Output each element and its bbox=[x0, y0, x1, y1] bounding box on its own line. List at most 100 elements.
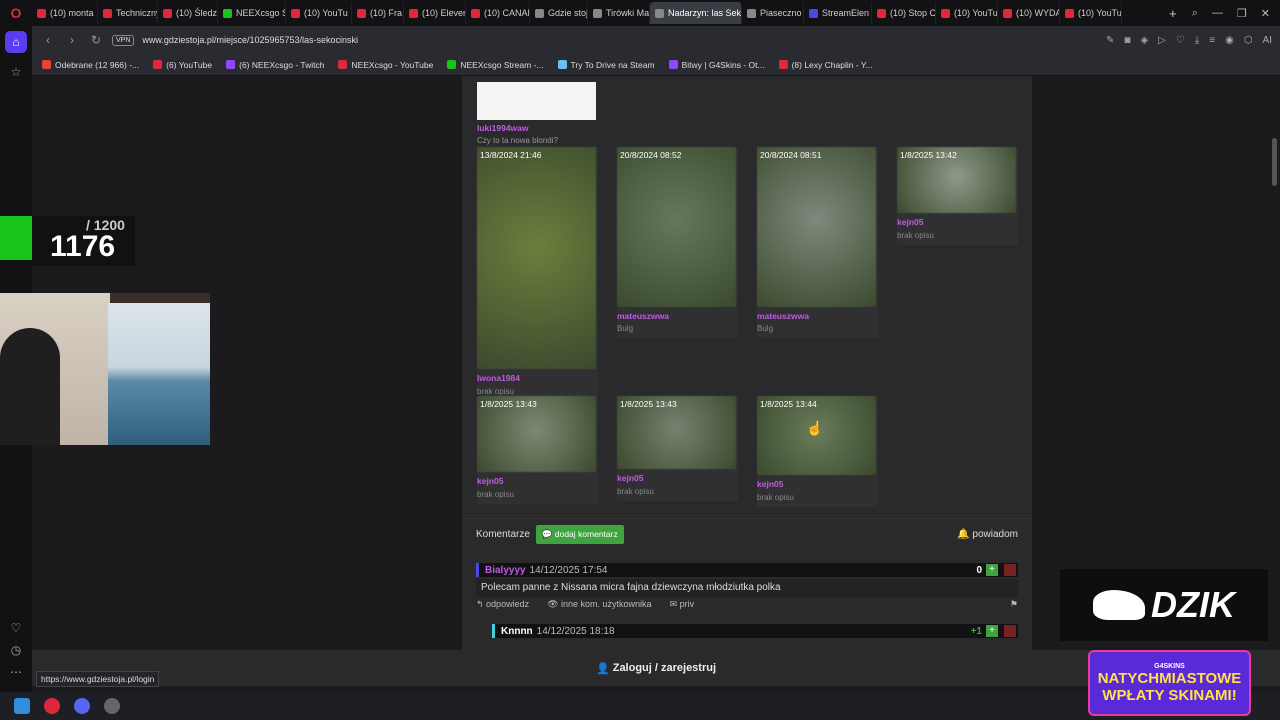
discord-taskbar-icon[interactable] bbox=[74, 698, 90, 714]
photo-thumbnail[interactable] bbox=[477, 82, 596, 120]
edit-icon[interactable]: ✎ bbox=[1106, 35, 1114, 46]
search-tabs-icon[interactable]: ⌕ bbox=[1192, 7, 1198, 20]
comment-accent bbox=[476, 563, 479, 577]
new-tab-button[interactable]: + bbox=[1164, 6, 1182, 21]
downvote-button[interactable] bbox=[1004, 564, 1016, 576]
opera-taskbar-icon[interactable] bbox=[44, 698, 60, 714]
close-button[interactable]: ✕ bbox=[1261, 7, 1270, 20]
tab[interactable]: NEEXcsgo S bbox=[218, 2, 286, 24]
page-content: luki1994waw Czy to ta nowa blondi? 13/8/… bbox=[32, 76, 1270, 650]
comment-actions: ↰ odpowiedz 👁 inne kom. użytkownika ✉ pr… bbox=[476, 599, 1018, 613]
maximize-button[interactable]: ❐ bbox=[1237, 7, 1247, 20]
ai-button[interactable]: AI bbox=[1263, 35, 1272, 46]
scrollbar[interactable] bbox=[1270, 76, 1280, 650]
tab[interactable]: (10) Fra bbox=[352, 2, 404, 24]
heart-icon[interactable]: ♡ bbox=[1176, 35, 1185, 46]
hand-cursor-icon: ☝ bbox=[806, 420, 824, 436]
reload-icon[interactable]: ↻ bbox=[88, 33, 104, 47]
photo-thumbnail[interactable] bbox=[617, 147, 736, 307]
bookmark-item[interactable]: Bitwy | G4Skins - Ot... bbox=[668, 60, 765, 70]
tab-label: NEEXcsgo S bbox=[236, 8, 286, 18]
opera-menu-icon[interactable]: O bbox=[0, 0, 32, 26]
photo-thumbnail[interactable] bbox=[757, 147, 876, 307]
tab[interactable]: (10) YouTu bbox=[286, 2, 352, 24]
photo-thumbnail[interactable] bbox=[477, 147, 596, 369]
photo-date: 1/8/2025 13:43 bbox=[620, 399, 677, 409]
bookmark-favicon-icon bbox=[447, 60, 457, 69]
profile-icon[interactable]: ◉ bbox=[1225, 35, 1234, 46]
tab-strip: (10) monta Techniczny (10) Śledze NEEXcsgo … bbox=[32, 0, 1164, 26]
minimize-button[interactable]: — bbox=[1212, 7, 1223, 19]
webcam-person bbox=[0, 328, 60, 445]
photo-desc: brak opisu bbox=[477, 387, 514, 396]
shield-icon[interactable]: ◈ bbox=[1140, 35, 1148, 46]
photo-user[interactable]: kejn05 bbox=[897, 217, 923, 227]
tab[interactable]: (10) monta bbox=[32, 2, 98, 24]
comment-author[interactable]: Knnnn bbox=[501, 626, 533, 637]
photo-user[interactable]: kejn05 bbox=[477, 476, 503, 486]
tab[interactable]: Piaseczno bbox=[742, 2, 804, 24]
bookmark-item[interactable]: (8) Lexy Chaplin - Y... bbox=[778, 60, 873, 70]
photo-user[interactable]: luki1994waw bbox=[477, 123, 529, 133]
photo-user[interactable]: Iwona1984 bbox=[477, 373, 520, 383]
tab[interactable]: (10) Śledze bbox=[158, 2, 218, 24]
vpn-badge[interactable]: VPN bbox=[112, 34, 135, 46]
other-comments-link[interactable]: 👁 inne kom. użytkownika bbox=[547, 599, 651, 613]
photo-user[interactable]: kejn05 bbox=[757, 479, 783, 489]
bookmark-item[interactable]: Odebrane (12 966) -... bbox=[42, 60, 139, 70]
home-icon[interactable]: ⌂ bbox=[5, 31, 27, 53]
tab[interactable]: Tirówki Ma bbox=[588, 2, 650, 24]
bookmark-item[interactable]: NEEXcsgo - YouTube bbox=[338, 60, 433, 70]
upvote-button[interactable]: + bbox=[986, 625, 998, 637]
comment-author[interactable]: Bialyyyy bbox=[485, 565, 526, 576]
back-icon[interactable]: ‹ bbox=[40, 33, 56, 47]
tab[interactable]: (10) Eleven bbox=[404, 2, 466, 24]
play-icon[interactable]: ▷ bbox=[1158, 35, 1166, 46]
photo-user[interactable]: kejn05 bbox=[617, 473, 643, 483]
photo-desc: brak opisu bbox=[477, 490, 514, 499]
bookmark-item[interactable]: (6) NEEXcsgo - Twitch bbox=[226, 60, 324, 70]
more-icon[interactable]: ⋯ bbox=[0, 658, 32, 686]
tab[interactable]: (10) YouTu bbox=[936, 2, 998, 24]
tab[interactable]: (10) CANAL bbox=[466, 2, 530, 24]
tab[interactable]: Gdzie stoja bbox=[530, 2, 588, 24]
url-field[interactable]: www.gdziestoja.pl/miejsce/1025965753/las… bbox=[142, 35, 1098, 45]
tab[interactable]: (10) WYDA bbox=[998, 2, 1060, 24]
priv-link[interactable]: ✉ priv bbox=[670, 599, 695, 613]
bookmark-item[interactable]: (6) YouTube bbox=[153, 60, 212, 70]
windows-start-icon[interactable] bbox=[14, 698, 30, 714]
star-icon[interactable]: ☆ bbox=[0, 58, 32, 86]
tab-label: (10) Śledze bbox=[176, 8, 218, 18]
photo-user[interactable]: mateuszwwa bbox=[757, 311, 809, 321]
boar-icon bbox=[1093, 590, 1145, 620]
tab-label: (10) Eleven bbox=[422, 8, 466, 18]
menu-icon[interactable]: ≡ bbox=[1209, 35, 1215, 46]
bookmark-item[interactable]: NEEXcsgo Stream -... bbox=[447, 60, 544, 70]
add-comment-button[interactable]: 💬 dodaj komentarz bbox=[535, 525, 624, 544]
downvote-button[interactable] bbox=[1004, 625, 1016, 637]
tab[interactable]: (10) YouTu bbox=[1060, 2, 1122, 24]
tab[interactable]: Nadarzyn: las Sekoc bbox=[650, 2, 742, 24]
tab[interactable]: Techniczny bbox=[98, 2, 158, 24]
download-icon[interactable]: ⤓ bbox=[1195, 35, 1199, 46]
tab[interactable]: (10) Stop C bbox=[872, 2, 936, 24]
extension-icon[interactable]: ⬡ bbox=[1244, 35, 1253, 46]
obs-taskbar-icon[interactable] bbox=[104, 698, 120, 714]
upvote-button[interactable]: + bbox=[986, 564, 998, 576]
forward-icon[interactable]: › bbox=[64, 33, 80, 47]
photo-user[interactable]: mateuszwwa bbox=[617, 311, 669, 321]
bookmark-label: (6) NEEXcsgo - Twitch bbox=[239, 59, 325, 70]
bookmark-item[interactable]: Try To Drive na Steam bbox=[557, 60, 655, 70]
tab[interactable]: StreamElen bbox=[804, 2, 872, 24]
photo-desc: Bulg bbox=[757, 324, 774, 333]
comment-score: +1 bbox=[970, 625, 982, 637]
login-label[interactable]: Zaloguj / zarejestruj bbox=[613, 662, 716, 674]
reply-link[interactable]: ↰ odpowiedz bbox=[476, 599, 529, 613]
tab-favicon-icon bbox=[409, 8, 418, 18]
tab-label: Techniczny bbox=[116, 8, 158, 18]
camera-icon[interactable]: ◙ bbox=[1124, 35, 1130, 46]
photo-card: 1/8/2025 13:43 kejn05 brak opisu bbox=[617, 396, 738, 501]
scroll-thumb[interactable] bbox=[1272, 138, 1277, 186]
notify-button[interactable]: 🔔 powiadom bbox=[957, 529, 1018, 540]
flag-icon[interactable]: ⚑ bbox=[1010, 599, 1018, 613]
